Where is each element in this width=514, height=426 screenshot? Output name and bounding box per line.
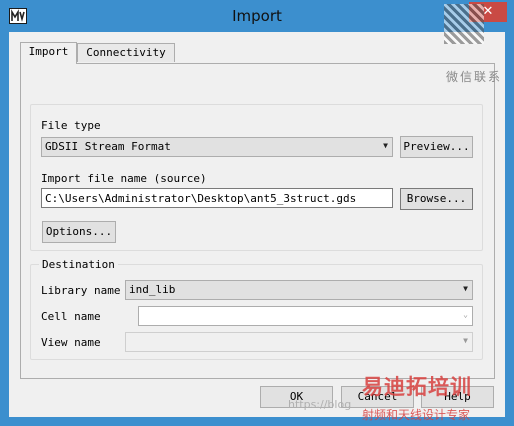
view-name-label: View name	[41, 336, 101, 349]
watermark-brand: 易迪拓培训	[362, 375, 472, 399]
cell-name-label: Cell name	[41, 310, 101, 323]
preview-button[interactable]: Preview...	[400, 136, 473, 158]
destination-title: Destination	[39, 258, 118, 271]
tab-label: Import	[28, 45, 69, 58]
window-title: Import	[232, 7, 282, 25]
chevron-down-icon: ⌄	[463, 310, 468, 319]
file-type-label: File type	[41, 119, 101, 132]
watermark-subtitle: 射频和天线设计专家	[362, 408, 471, 422]
library-name-label: Library name	[41, 284, 121, 297]
library-name-value: ind_lib	[129, 283, 176, 296]
file-type-select[interactable]: GDSII Stream Format ▼	[41, 137, 393, 157]
chevron-down-icon: ▼	[383, 141, 388, 150]
source-label: Import file name (source)	[41, 172, 207, 185]
cell-name-combo[interactable]: ⌄	[138, 306, 473, 326]
watermark-contact: 微信联系	[446, 70, 503, 84]
source-file-input[interactable]	[41, 188, 393, 208]
options-button[interactable]: Options...	[42, 221, 116, 243]
source-file-field[interactable]	[42, 189, 392, 207]
title-bar[interactable]: Import ✕	[1, 1, 513, 32]
watermark-url: https://blog	[288, 398, 352, 411]
dialog-body: Import Connectivity File type GDSII Stre…	[9, 32, 505, 417]
file-type-value: GDSII Stream Format	[45, 140, 171, 153]
tab-label: Connectivity	[86, 46, 166, 59]
import-dialog: Import ✕ Import Connectivity File type G…	[0, 0, 514, 426]
view-name-select[interactable]: ▼	[125, 332, 473, 352]
tab-import[interactable]: Import	[20, 42, 77, 64]
library-name-select[interactable]: ind_lib ▼	[125, 280, 473, 300]
chevron-down-icon: ▼	[463, 336, 468, 345]
tab-connectivity[interactable]: Connectivity	[77, 43, 175, 62]
close-icon: ✕	[482, 4, 494, 19]
browse-button[interactable]: Browse...	[400, 188, 473, 210]
qr-code-image	[444, 4, 484, 44]
import-tab-panel: File type GDSII Stream Format ▼ Preview.…	[20, 63, 495, 379]
chevron-down-icon: ▼	[463, 284, 468, 293]
